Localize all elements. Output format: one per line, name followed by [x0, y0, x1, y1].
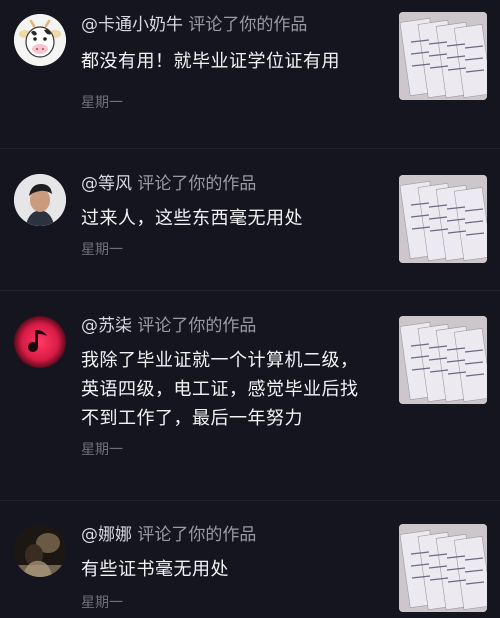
comment-text: 都没有用！就毕业证学位证有用 — [81, 51, 340, 72]
username-link[interactable]: @娜娜 — [81, 525, 132, 545]
action-text: 评论了你的作品 — [137, 316, 257, 336]
comment-notification[interactable]: @娜娜 评论了你的作品 有些证书毫无用处 星期一 — [0, 500, 500, 618]
comment-text: 过来人，这些东西毫无用处 — [81, 208, 303, 229]
certificates-thumbnail-icon[interactable] — [399, 12, 487, 100]
notification-title: @苏柒 评论了你的作品 — [81, 314, 361, 338]
notification-body: @等风 评论了你的作品 过来人，这些东西毫无用处 星期一 — [81, 172, 381, 259]
username-link[interactable]: @卡通小奶牛 — [81, 15, 183, 35]
photo-avatar-icon[interactable] — [14, 525, 66, 577]
action-text: 评论了你的作品 — [137, 525, 257, 545]
username-link[interactable]: @苏柒 — [81, 316, 132, 336]
comment-notification[interactable]: @等风 评论了你的作品 过来人，这些东西毫无用处 星期一 — [0, 148, 500, 291]
certificates-thumbnail-icon[interactable] — [399, 316, 487, 404]
username-link[interactable]: @等风 — [81, 174, 132, 194]
action-text: 评论了你的作品 — [137, 174, 257, 194]
notification-body: @卡通小奶牛 评论了你的作品 都没有用！就毕业证学位证有用 星期一 — [81, 13, 381, 112]
person-avatar-icon[interactable] — [14, 174, 66, 226]
timestamp: 星期一 — [81, 95, 123, 111]
notification-title: @等风 评论了你的作品 — [81, 172, 381, 196]
comment-notification[interactable]: @苏柒 评论了你的作品 我除了毕业证就一个计算机二级，英语四级，电工证，感觉毕业… — [0, 290, 500, 501]
comment-notification[interactable]: @卡通小奶牛 评论了你的作品 都没有用！就毕业证学位证有用 星期一 — [0, 0, 500, 149]
notification-body: @娜娜 评论了你的作品 有些证书毫无用处 星期一 — [81, 523, 381, 612]
comment-text: 有些证书毫无用处 — [81, 559, 229, 580]
notification-body: @苏柒 评论了你的作品 我除了毕业证就一个计算机二级，英语四级，电工证，感觉毕业… — [81, 314, 361, 459]
notification-title: @娜娜 评论了你的作品 — [81, 523, 381, 547]
action-text: 评论了你的作品 — [188, 15, 308, 35]
comment-text: 我除了毕业证就一个计算机二级，英语四级，电工证，感觉毕业后找不到工作了，最后一年… — [81, 350, 359, 429]
timestamp: 星期一 — [81, 242, 123, 258]
certificates-thumbnail-icon[interactable] — [399, 524, 487, 612]
certificates-thumbnail-icon[interactable] — [399, 175, 487, 263]
music-note-avatar-icon[interactable] — [14, 316, 66, 368]
cow-avatar-icon[interactable] — [14, 14, 66, 66]
notification-list: @卡通小奶牛 评论了你的作品 都没有用！就毕业证学位证有用 星期一 @等风 评论… — [0, 0, 500, 618]
timestamp: 星期一 — [81, 595, 123, 611]
timestamp: 星期一 — [81, 442, 123, 458]
notification-title: @卡通小奶牛 评论了你的作品 — [81, 13, 381, 37]
